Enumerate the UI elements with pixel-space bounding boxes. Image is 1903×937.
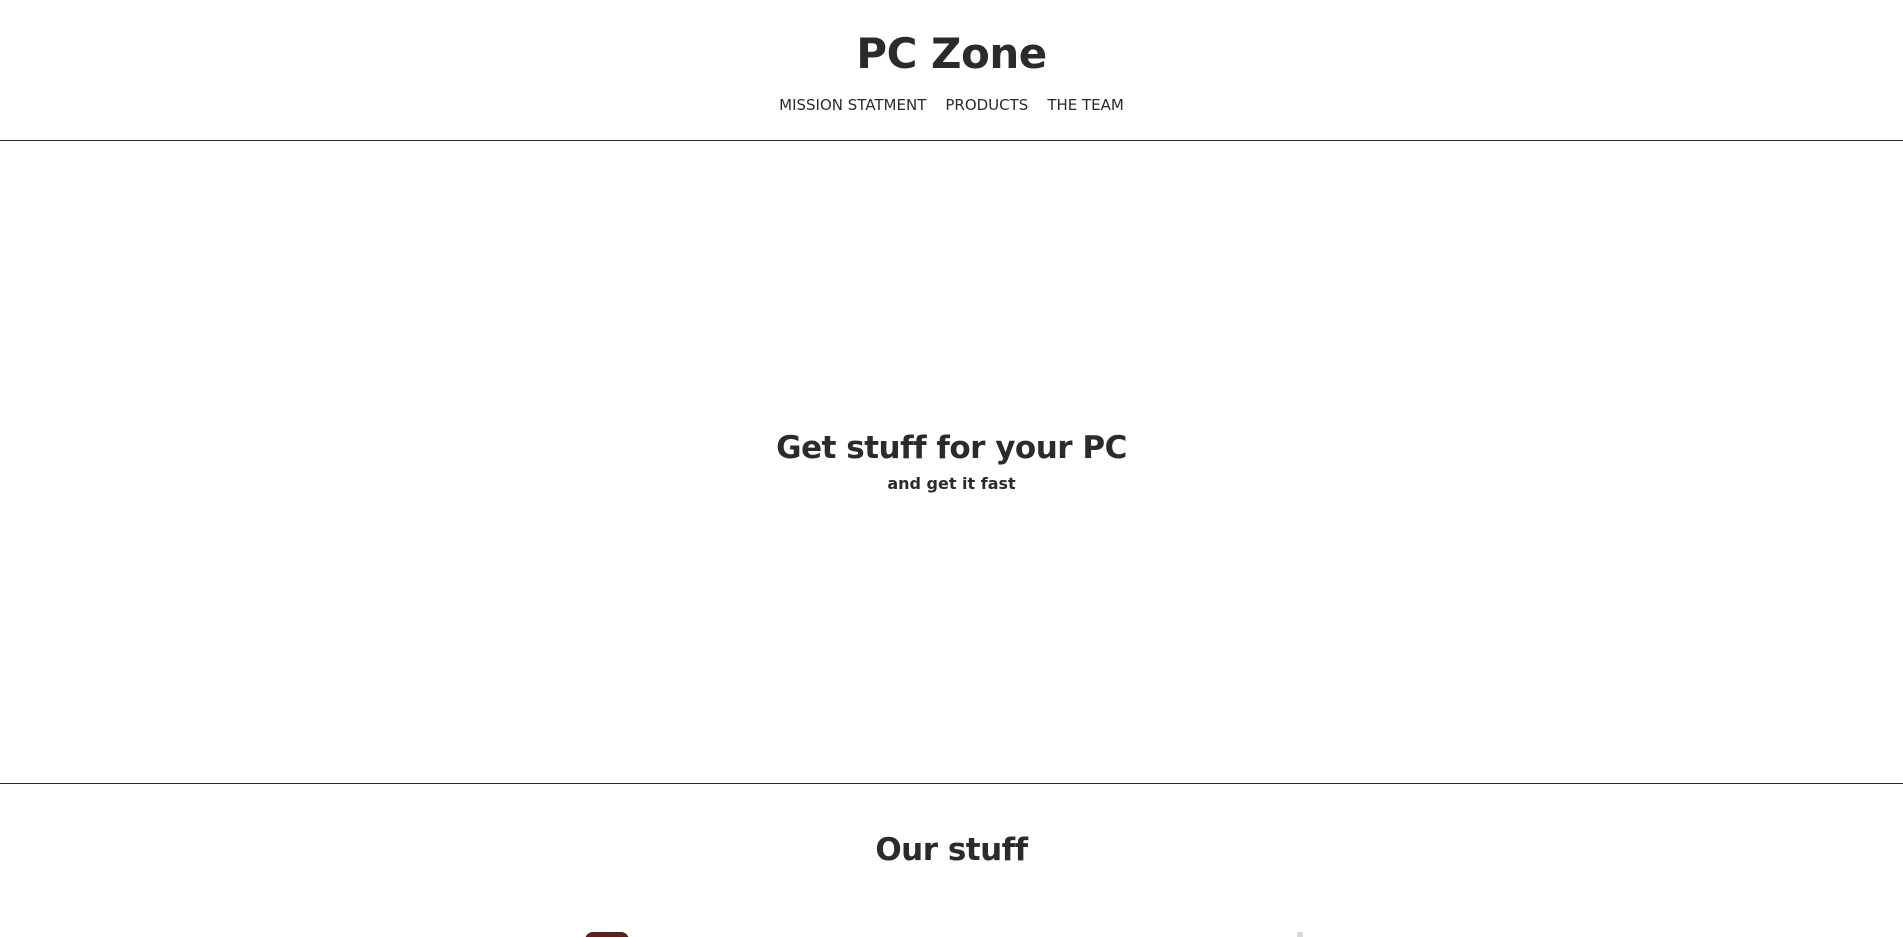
site-title: PC Zone <box>856 29 1047 78</box>
hero-subheading: and get it fast <box>887 474 1016 493</box>
nav-link-the-team[interactable]: THE TEAM <box>1047 94 1124 116</box>
product-image[interactable] <box>1297 932 1303 937</box>
nav-link-products[interactable]: PRODUCTS <box>945 94 1028 116</box>
products-section: Our stuff <box>0 784 1903 937</box>
product-image[interactable] <box>585 932 629 937</box>
hero-section: Get stuff for your PC and get it fast <box>0 141 1903 784</box>
nav-link-mission-statment[interactable]: MISSION STATMENT <box>779 94 926 116</box>
hero-heading: Get stuff for your PC <box>776 430 1127 466</box>
main-nav: MISSION STATMENT PRODUCTS THE TEAM <box>0 94 1903 116</box>
products-heading: Our stuff <box>875 832 1028 868</box>
page: PC Zone MISSION STATMENT PRODUCTS THE TE… <box>0 0 1903 937</box>
site-header: PC Zone MISSION STATMENT PRODUCTS THE TE… <box>0 0 1903 141</box>
